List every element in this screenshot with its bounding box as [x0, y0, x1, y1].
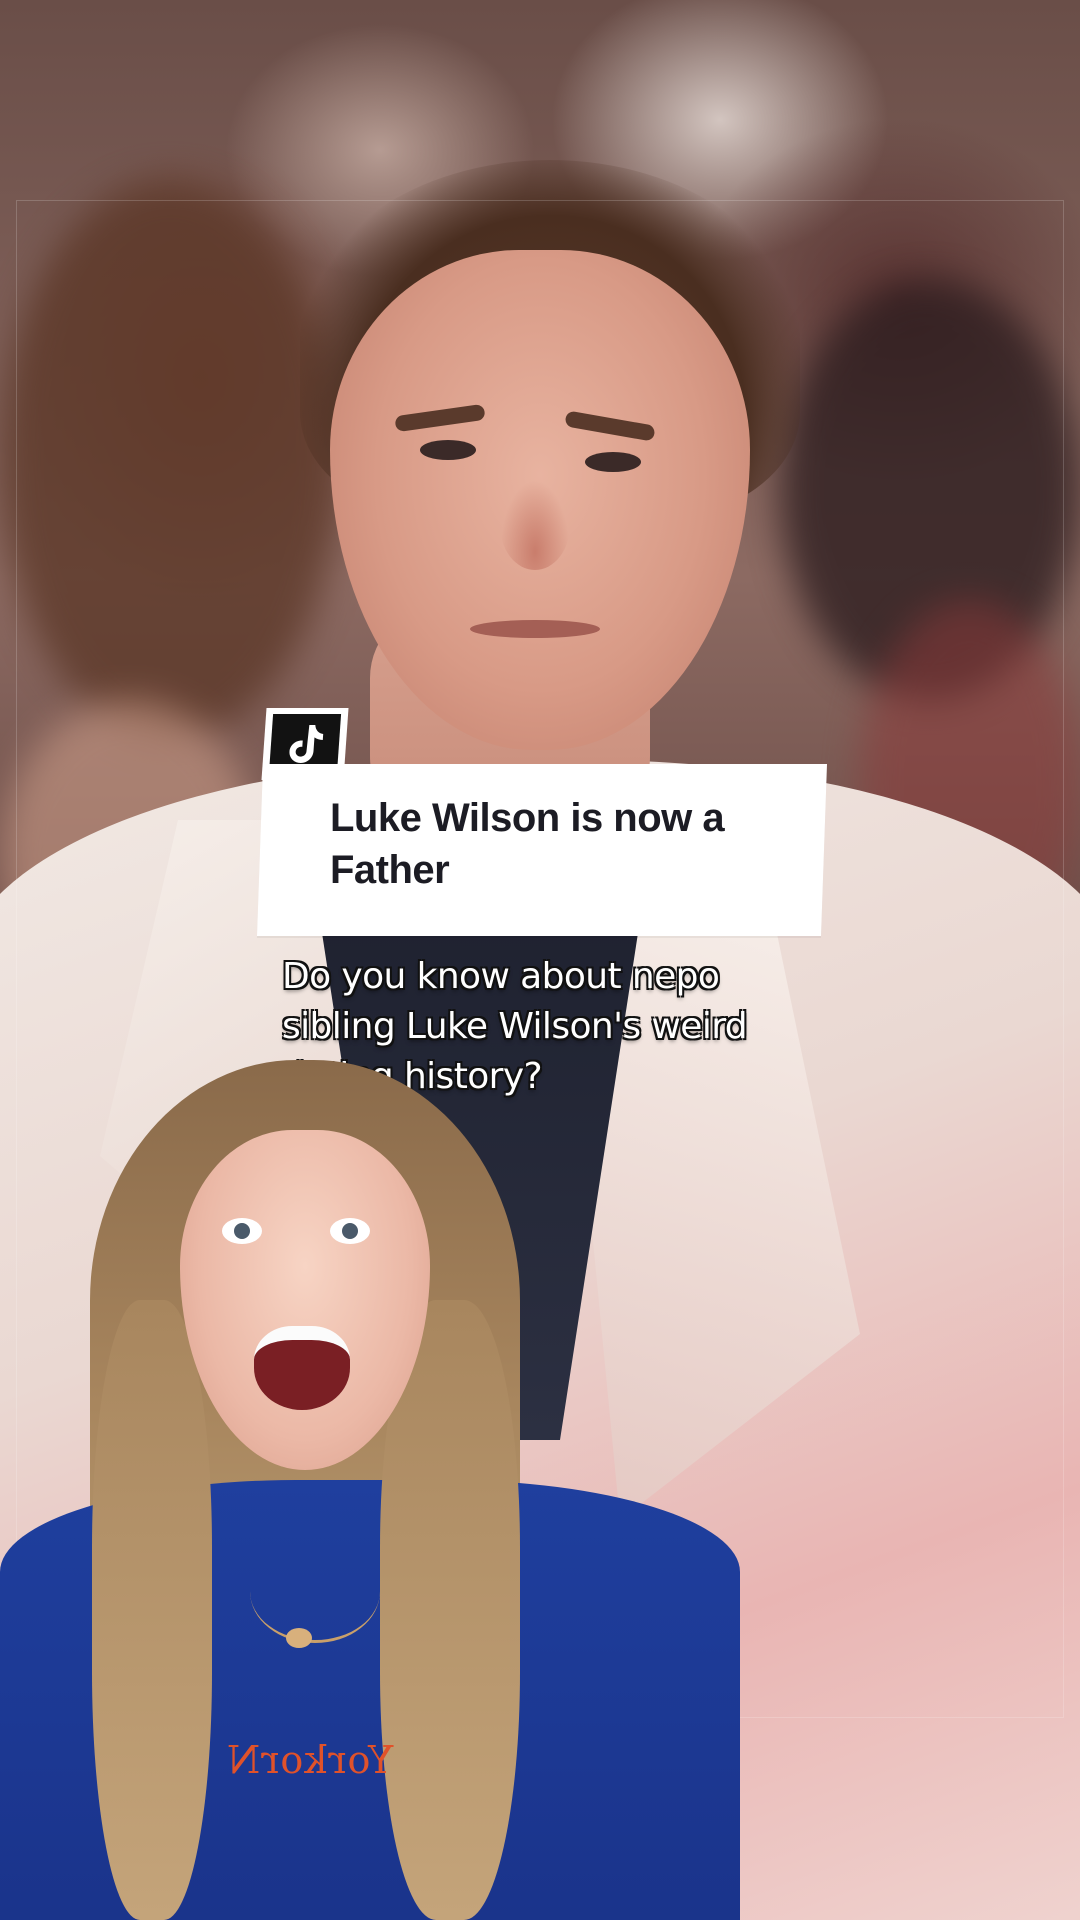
woman-eye-left	[222, 1218, 262, 1244]
man-mouth	[470, 620, 600, 638]
necklace	[250, 1540, 380, 1643]
woman-eye-right	[330, 1218, 370, 1244]
necklace-pendant	[286, 1628, 312, 1648]
background-crowd	[0, 180, 340, 740]
man-eye-left	[420, 440, 476, 460]
tiktok-note-icon	[289, 725, 324, 763]
hair-strand-left	[92, 1300, 212, 1920]
man-eye-right	[585, 452, 641, 472]
video-title: Luke Wilson is now a Father	[330, 796, 725, 892]
woman-mouth	[254, 1326, 350, 1410]
sweater-print: YorkorN	[226, 1738, 394, 1782]
video-frame[interactable]: Luke Wilson is now a Father Do you know …	[0, 0, 1080, 1920]
man-nose	[500, 480, 570, 570]
